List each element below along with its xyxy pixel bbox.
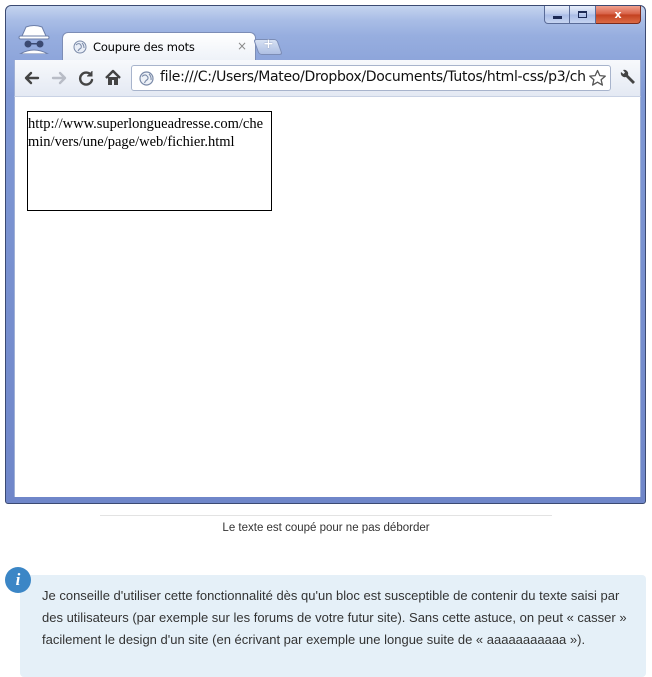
window-controls: x bbox=[544, 6, 641, 24]
reload-icon[interactable] bbox=[77, 69, 95, 87]
browser-window: x Coupure des mots × + file:///C:/Users/… bbox=[5, 5, 646, 504]
maximize-button[interactable] bbox=[570, 6, 596, 24]
forward-arrow-icon[interactable] bbox=[50, 69, 68, 87]
tab-close-icon[interactable]: × bbox=[237, 39, 247, 53]
star-icon[interactable] bbox=[588, 69, 607, 87]
close-window-button[interactable]: x bbox=[596, 6, 641, 24]
figure-caption: Le texte est coupé pour ne pas déborder bbox=[222, 522, 430, 534]
address-bar[interactable]: file:///C:/Users/Mateo/Dropbox/Documents… bbox=[131, 65, 611, 91]
home-icon[interactable] bbox=[104, 69, 122, 87]
info-note-text: Je conseille d'utiliser cette fonctionna… bbox=[42, 588, 627, 647]
plus-icon: + bbox=[263, 37, 274, 52]
globe-icon bbox=[73, 40, 87, 53]
incognito-icon bbox=[18, 25, 50, 54]
tab-coupure-des-mots[interactable]: Coupure des mots × bbox=[62, 32, 256, 60]
maximize-icon bbox=[578, 11, 587, 18]
minimize-button[interactable] bbox=[544, 6, 570, 24]
info-icon: i bbox=[5, 567, 31, 593]
caption-divider bbox=[100, 515, 552, 516]
page-info-globe-icon[interactable] bbox=[139, 71, 154, 86]
page-viewport: http://www.superlongueadresse.com/chemin… bbox=[14, 96, 641, 497]
back-arrow-icon[interactable] bbox=[23, 69, 41, 87]
close-icon: x bbox=[614, 8, 622, 21]
info-note: Je conseille d'utiliser cette fonctionna… bbox=[20, 575, 646, 677]
word-wrap-demo-box: http://www.superlongueadresse.com/chemin… bbox=[27, 111, 272, 211]
tab-title: Coupure des mots bbox=[93, 39, 195, 54]
minimize-icon bbox=[552, 16, 562, 19]
wrench-icon[interactable] bbox=[617, 69, 637, 87]
url-text: file:///C:/Users/Mateo/Dropbox/Documents… bbox=[160, 69, 586, 85]
browser-toolbar: file:///C:/Users/Mateo/Dropbox/Documents… bbox=[14, 60, 641, 96]
